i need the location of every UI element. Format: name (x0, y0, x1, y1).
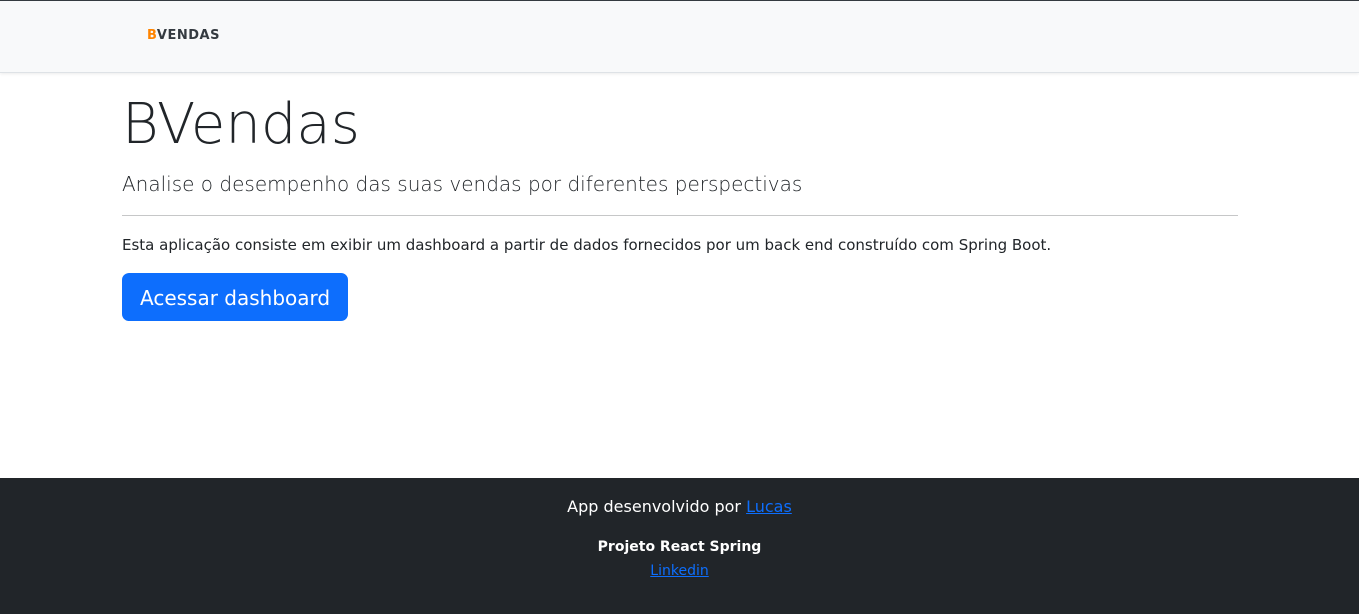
footer: App desenvolvido por Lucas Projeto React… (0, 478, 1359, 614)
linkedin-link[interactable]: Linkedin (650, 563, 708, 579)
page: BVENDAS BVendas Analise o desempenho das… (0, 0, 1359, 614)
page-subtitle: Analise o desempenho das suas vendas por… (122, 172, 803, 196)
brand-accent-letter: B (147, 28, 157, 43)
brand-logo-link[interactable]: BVENDAS (147, 27, 220, 45)
footer-credit: App desenvolvido por Lucas (0, 496, 1359, 518)
footer-linkedin: Linkedin (0, 562, 1359, 580)
divider (122, 215, 1238, 216)
footer-credit-text: App desenvolvido por (567, 497, 747, 516)
brand-name: VENDAS (156, 28, 220, 43)
page-title: BVendas (122, 92, 360, 157)
app-description: Esta aplicação consiste em exibir um das… (122, 236, 1052, 254)
main-content: BVendas Analise o desempenho das suas ve… (122, 73, 1238, 321)
access-dashboard-button[interactable]: Acessar dashboard (122, 273, 349, 321)
footer-project-name: Projeto React Spring (597, 539, 762, 555)
top-navbar: BVENDAS (0, 0, 1359, 73)
author-link[interactable]: Lucas (746, 497, 792, 516)
